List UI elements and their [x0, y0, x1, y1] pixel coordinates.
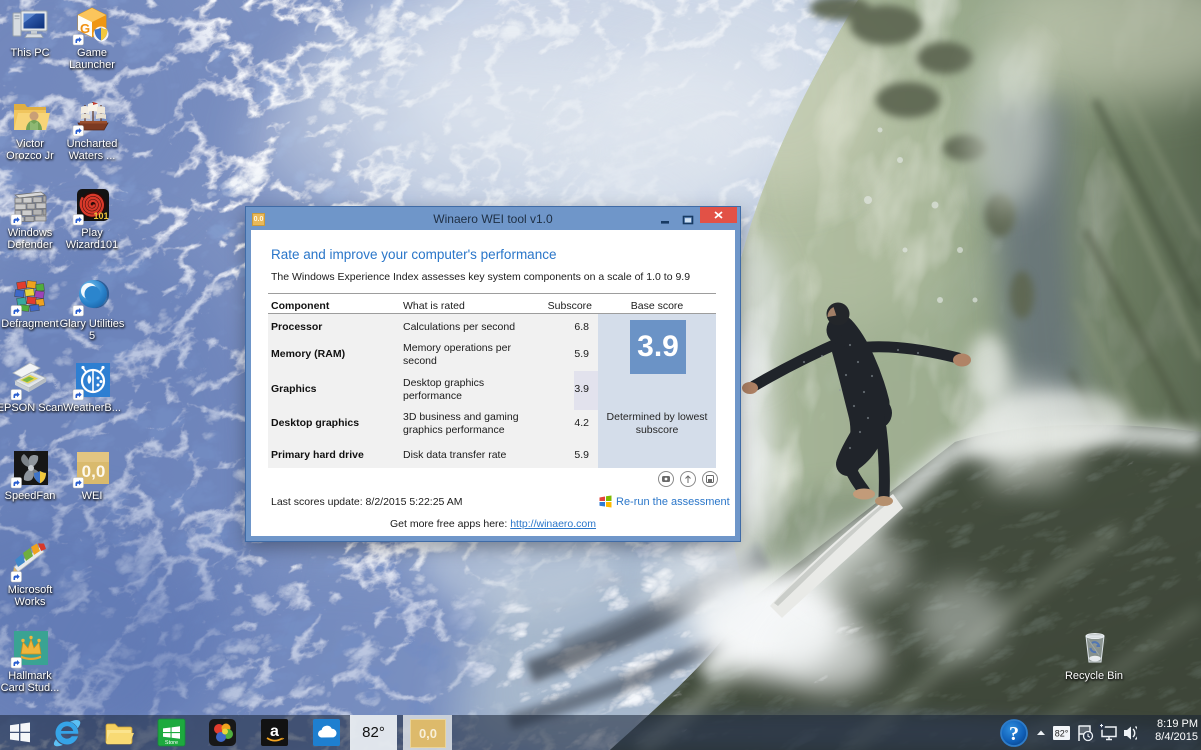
- svg-text:Store: Store: [165, 740, 178, 746]
- svg-text:0,0: 0,0: [82, 462, 106, 481]
- svg-text:82°: 82°: [1055, 729, 1069, 739]
- svg-text:a: a: [270, 723, 279, 740]
- svg-text:G: G: [80, 21, 90, 36]
- svg-text:?: ?: [1009, 723, 1019, 745]
- svg-text:101: 101: [93, 211, 108, 221]
